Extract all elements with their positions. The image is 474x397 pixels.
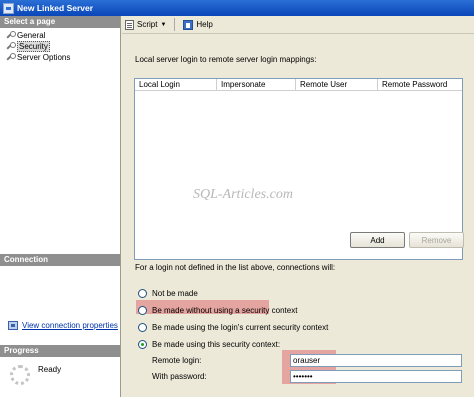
default-connection-text: For a login not defined in the list abov… xyxy=(135,263,336,272)
watermark: SQL-Articles.com xyxy=(193,187,293,202)
column-header-remote-password[interactable]: Remote Password xyxy=(378,79,462,90)
select-page-header: Select a page xyxy=(0,16,120,28)
password-label: With password: xyxy=(152,372,207,381)
progress-spinner-icon xyxy=(10,365,30,385)
page-item-label: Security xyxy=(17,41,50,52)
page-item-server-options[interactable]: Server Options xyxy=(2,52,118,63)
script-label: Script xyxy=(137,20,158,29)
column-header-impersonate[interactable]: Impersonate xyxy=(217,79,296,90)
wrench-icon xyxy=(5,42,16,51)
radio-button[interactable] xyxy=(138,323,147,332)
option-without-security-context[interactable]: Be made without using a security context xyxy=(138,302,328,319)
option-label: Not be made xyxy=(152,289,198,298)
toolbar-separator xyxy=(174,18,176,31)
mappings-heading: Local server login to remote server logi… xyxy=(135,55,317,64)
grid-header: Local Login Impersonate Remote User Remo… xyxy=(135,79,462,91)
script-button[interactable]: Script ▼ xyxy=(125,19,166,30)
wrench-icon xyxy=(5,53,16,62)
radio-button[interactable] xyxy=(138,289,147,298)
password-input[interactable]: ••••••• xyxy=(290,370,462,383)
option-label: Be made without using a security context xyxy=(152,306,298,315)
view-connection-properties-link[interactable]: View connection properties xyxy=(0,321,120,330)
connection-section: Connection View connection properties xyxy=(0,254,120,330)
add-button[interactable]: Add xyxy=(350,232,405,248)
connection-icon xyxy=(8,321,18,330)
help-icon xyxy=(183,19,194,30)
toolbar: Script ▼ Help xyxy=(122,16,474,34)
left-pane: Select a page General Security Server Op… xyxy=(0,16,121,397)
remote-login-input[interactable]: orauser xyxy=(290,354,462,367)
radio-button-selected[interactable] xyxy=(138,340,147,349)
option-label: Be made using this security context: xyxy=(152,340,281,349)
page-item-general[interactable]: General xyxy=(2,30,118,41)
wrench-icon xyxy=(5,31,16,40)
remove-button[interactable]: Remove xyxy=(409,232,464,248)
window-title: New Linked Server xyxy=(17,3,94,13)
chevron-down-icon[interactable]: ▼ xyxy=(160,22,166,28)
option-label: Be made using the login's current securi… xyxy=(152,323,329,332)
column-header-remote-user[interactable]: Remote User xyxy=(296,79,378,90)
remote-login-label: Remote login: xyxy=(152,356,202,365)
security-page: Local server login to remote server logi… xyxy=(122,34,474,397)
option-not-be-made[interactable]: Not be made xyxy=(138,285,328,302)
title-bar: New Linked Server xyxy=(0,0,474,16)
option-current-security-context[interactable]: Be made using the login's current securi… xyxy=(138,319,328,336)
connection-options: Not be made Be made without using a secu… xyxy=(138,285,328,353)
script-icon xyxy=(125,19,134,30)
help-button[interactable]: Help xyxy=(183,19,213,30)
page-list: General Security Server Options xyxy=(0,28,120,65)
server-icon xyxy=(3,2,14,14)
page-item-label: Server Options xyxy=(17,53,71,62)
connection-header: Connection xyxy=(0,254,120,266)
page-item-security[interactable]: Security xyxy=(2,41,118,52)
progress-status: Ready xyxy=(38,365,62,374)
column-header-local-login[interactable]: Local Login xyxy=(135,79,217,90)
help-label: Help xyxy=(196,20,213,29)
connection-link-label: View connection properties xyxy=(22,321,118,330)
progress-section: Progress Ready xyxy=(0,345,120,385)
radio-button[interactable] xyxy=(138,306,147,315)
page-item-label: General xyxy=(17,31,46,40)
progress-header: Progress xyxy=(0,345,120,357)
